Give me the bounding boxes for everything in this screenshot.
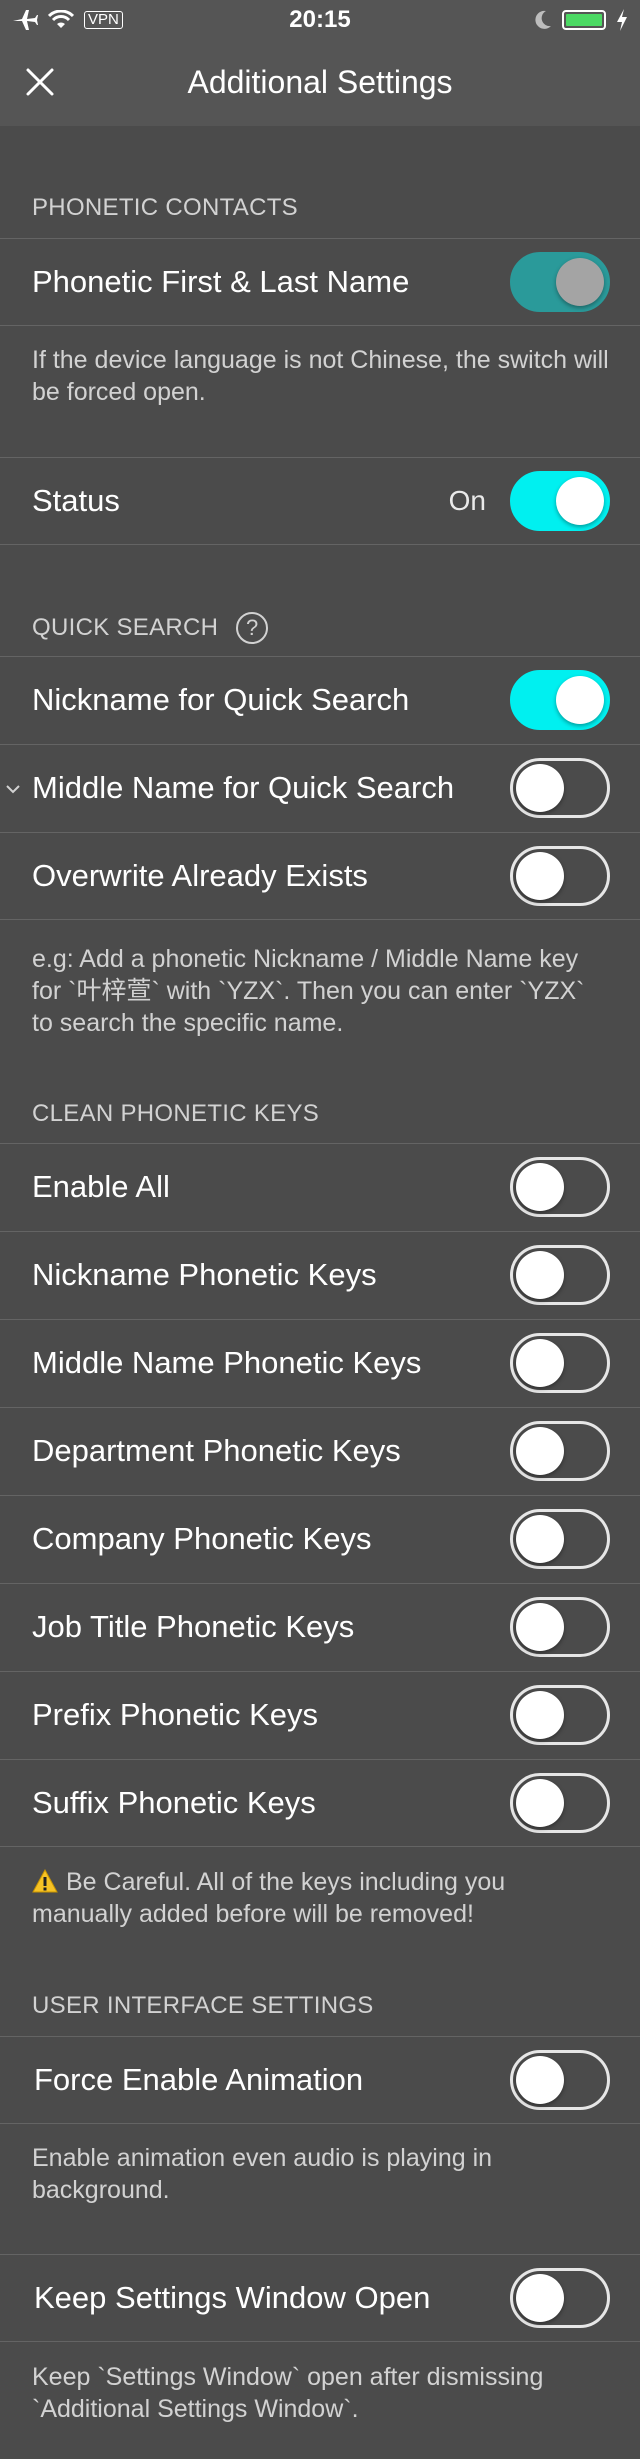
toggle-knob [516,1163,564,1211]
enable-all-row: Enable All [0,1143,640,1231]
navigation-bar: Additional Settings [0,40,640,126]
toggle-knob [516,1427,564,1475]
status-row: Status On [0,457,640,545]
toggle-knob [556,477,604,525]
status-value: On [448,485,486,516]
keep-settings-window-open-toggle[interactable] [510,2268,610,2328]
toggle-knob [556,258,604,306]
moon-icon [535,10,551,29]
prefix-phonetic-keys-row: Prefix Phonetic Keys [0,1671,640,1759]
section-header-clean-phonetic-keys: CLEAN PHONETIC KEYS [32,1100,319,1128]
toggle-knob [516,1779,564,1827]
toggle-knob [516,1691,564,1739]
toggle-knob [516,764,564,812]
chevron-down-icon [6,785,20,794]
nickname-phonetic-keys-toggle[interactable] [510,1245,610,1305]
toggle-knob [556,676,604,724]
toggle-knob [516,1603,564,1651]
phonetic-first-last-name-row: Phonetic First & Last Name [0,238,640,326]
toggle-knob [516,2056,564,2104]
department-phonetic-keys-row: Department Phonetic Keys [0,1407,640,1495]
toggle-knob [516,1251,564,1299]
job-title-phonetic-keys-toggle[interactable] [510,1597,610,1657]
force-enable-animation-row: Force Enable Animation [0,2036,640,2124]
nickname-phonetic-keys-row: Nickname Phonetic Keys [0,1231,640,1319]
row-label: Company Phonetic Keys [32,1521,372,1556]
status-bar-right [534,6,628,34]
nickname-quick-search-toggle[interactable] [510,670,610,730]
keep-settings-window-open-row: Keep Settings Window Open [0,2254,640,2342]
suffix-phonetic-keys-toggle[interactable] [510,1773,610,1833]
row-label: Keep Settings Window Open [34,2280,431,2315]
row-label: Nickname Phonetic Keys [32,1257,377,1292]
section-header-label: PHONETIC CONTACTS [32,194,298,221]
middle-name-phonetic-keys-row: Middle Name Phonetic Keys [0,1319,640,1407]
company-phonetic-keys-row: Company Phonetic Keys [0,1495,640,1583]
middle-name-phonetic-keys-toggle[interactable] [510,1333,610,1393]
row-label: Job Title Phonetic Keys [32,1609,355,1644]
question-circle-icon[interactable]: ? [236,612,269,644]
nickname-quick-search-row: Nickname for Quick Search [0,656,640,744]
middle-name-quick-search-toggle[interactable] [510,758,610,818]
row-label: Middle Name Phonetic Keys [32,1345,422,1380]
middle-name-quick-search-row: Middle Name for Quick Search [0,744,640,832]
suffix-phonetic-keys-row: Suffix Phonetic Keys [0,1759,640,1847]
warning-text: Be Careful. All of the keys including yo… [32,1868,506,1928]
row-label: Enable All [32,1169,170,1204]
row-label: Suffix Phonetic Keys [32,1785,316,1820]
section-header-user-interface-settings: USER INTERFACE SETTINGS [32,1992,374,2020]
row-label: Phonetic First & Last Name [32,264,410,299]
status-toggle[interactable] [510,471,610,531]
section-header-label: USER INTERFACE SETTINGS [32,1992,374,2019]
force-animation-note: Enable animation even audio is playing i… [32,2144,493,2204]
toggle-knob [516,852,564,900]
row-label: Department Phonetic Keys [32,1433,401,1468]
clean-keys-warning: Be Careful. All of the keys including yo… [32,1866,612,1930]
row-label: Overwrite Already Exists [32,858,368,893]
prefix-phonetic-keys-toggle[interactable] [510,1685,610,1745]
enable-all-toggle[interactable] [510,1157,610,1217]
toggle-knob [516,1515,564,1563]
overwrite-exists-row: Overwrite Already Exists [0,832,640,920]
section-header-phonetic-contacts: PHONETIC CONTACTS [32,194,298,222]
quick-search-note: e.g: Add a phonetic Nickname / Middle Na… [32,945,585,1037]
section-header-label: QUICK SEARCH [32,614,219,641]
row-label: Status [32,483,120,518]
status-bar: VPN 20:15 [0,0,640,40]
section-header-quick-search: QUICK SEARCH ? [32,612,269,644]
toggle-knob [516,2274,564,2322]
charging-icon [617,9,627,31]
warning-icon [32,1869,58,1893]
job-title-phonetic-keys-row: Job Title Phonetic Keys [0,1583,640,1671]
row-label: Prefix Phonetic Keys [32,1697,319,1732]
overwrite-exists-toggle[interactable] [510,846,610,906]
row-label: Force Enable Animation [34,2062,364,2097]
company-phonetic-keys-toggle[interactable] [510,1509,610,1569]
toggle-knob [516,1339,564,1387]
phonetic-first-last-name-toggle[interactable] [510,252,610,312]
keep-open-note: Keep `Settings Window` open after dismis… [32,2363,544,2423]
row-label: Middle Name for Quick Search [32,770,455,805]
page-title: Additional Settings [187,64,453,100]
section-header-label: CLEAN PHONETIC KEYS [32,1100,320,1127]
force-enable-animation-toggle[interactable] [510,2050,610,2110]
department-phonetic-keys-toggle[interactable] [510,1421,610,1481]
battery-icon [562,10,606,30]
phonetic-language-note: If the device language is not Chinese, t… [32,346,609,406]
row-label: Nickname for Quick Search [32,682,410,717]
